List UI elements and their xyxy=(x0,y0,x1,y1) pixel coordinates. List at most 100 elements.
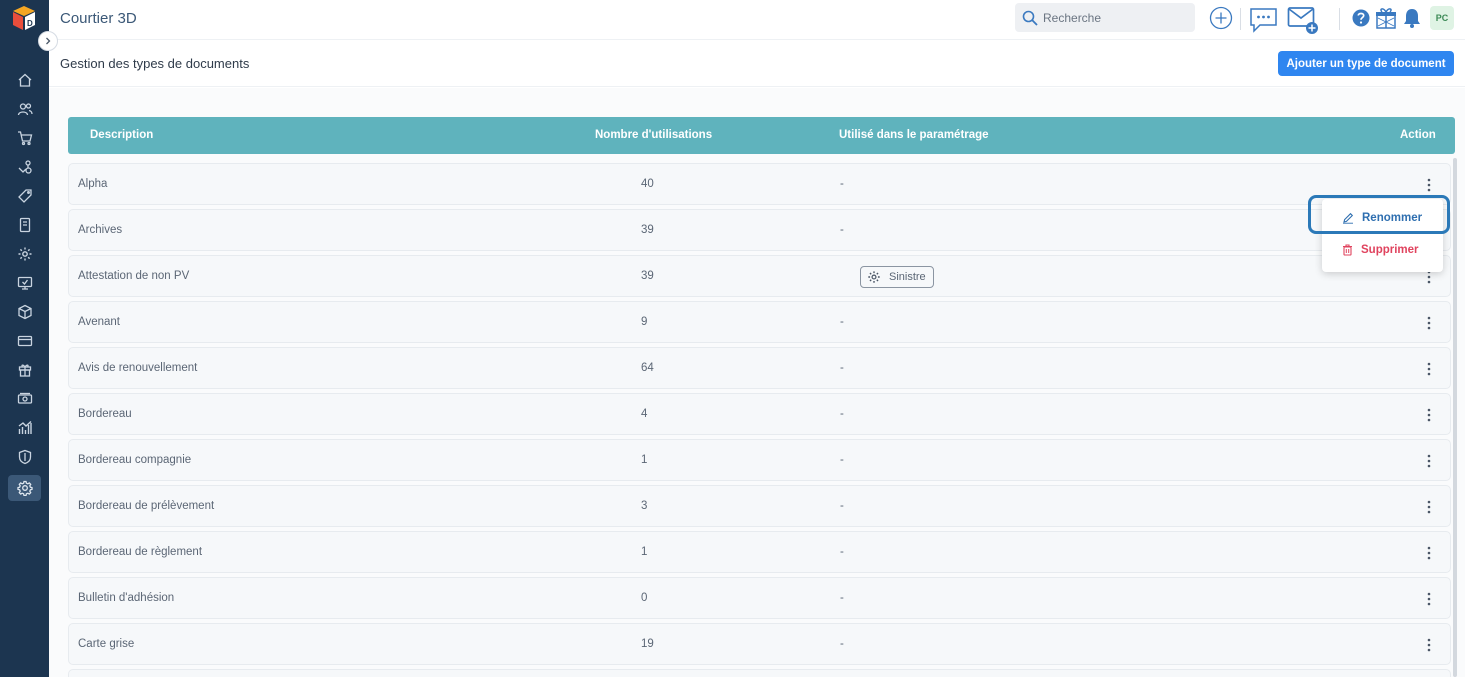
table-row[interactable]: Bordereau compagnie 1 - xyxy=(68,439,1451,481)
row-description: Alpha xyxy=(78,178,108,190)
add-document-type-button[interactable]: Ajouter un type de document xyxy=(1278,51,1454,76)
row-description: Bordereau compagnie xyxy=(78,454,192,466)
svg-text:D: D xyxy=(27,19,33,28)
row-usage-count: 19 xyxy=(641,638,654,650)
pencil-icon xyxy=(1343,212,1354,224)
table-row[interactable] xyxy=(68,669,1451,677)
row-used-in-settings: - xyxy=(840,638,844,650)
money-icon[interactable] xyxy=(12,386,38,412)
settings-cog-icon[interactable] xyxy=(12,241,38,267)
row-actions-button[interactable] xyxy=(1419,590,1439,608)
table-row[interactable]: Alpha 40 - xyxy=(68,163,1451,205)
row-description: Bulletin d'adhésion xyxy=(78,592,175,604)
kebab-menu-icon xyxy=(1427,638,1431,652)
gear-icon xyxy=(868,271,880,283)
column-usage-count[interactable]: Nombre d'utilisations xyxy=(595,129,712,141)
row-usage-count: 39 xyxy=(641,270,654,282)
search-icon xyxy=(1022,10,1038,26)
settings-tag[interactable]: Sinistre xyxy=(860,266,934,288)
bell-icon[interactable] xyxy=(1402,7,1422,29)
settings-tag-label: Sinistre xyxy=(889,271,926,283)
row-usage-count: 1 xyxy=(641,546,648,558)
kebab-menu-icon xyxy=(1427,316,1431,330)
settings-gear-icon[interactable] xyxy=(8,475,41,501)
row-used-in-settings: - xyxy=(840,546,844,558)
gift-icon[interactable] xyxy=(1375,6,1397,30)
page-header: Gestion des types de documents Ajouter u… xyxy=(49,41,1465,87)
header-divider xyxy=(1339,8,1340,30)
book-icon[interactable] xyxy=(12,212,38,238)
help-icon[interactable] xyxy=(1351,8,1371,28)
row-description: Avis de renouvellement xyxy=(78,362,198,374)
row-usage-count: 1 xyxy=(641,454,648,466)
row-actions-button[interactable] xyxy=(1419,498,1439,516)
gift-box-icon[interactable] xyxy=(12,357,38,383)
row-actions-button[interactable] xyxy=(1419,360,1439,378)
table-header: Description Nombre d'utilisations Utilis… xyxy=(68,117,1455,154)
row-usage-count: 9 xyxy=(641,316,648,328)
table-row[interactable]: Bulletin d'adhésion 0 - xyxy=(68,577,1451,619)
users-icon[interactable] xyxy=(12,96,38,122)
row-usage-count: 40 xyxy=(641,178,654,190)
row-description: Carte grise xyxy=(78,638,135,650)
kebab-menu-icon xyxy=(1427,270,1431,284)
table-row[interactable]: Bordereau de prélèvement 3 - xyxy=(68,485,1451,527)
row-description: Bordereau xyxy=(78,408,132,420)
home-icon[interactable] xyxy=(12,67,38,93)
table-row[interactable]: Avis de renouvellement 64 - xyxy=(68,347,1451,389)
stats-icon[interactable] xyxy=(12,415,38,441)
row-actions-menu: Renommer Supprimer xyxy=(1322,199,1443,272)
row-used-in-settings: - xyxy=(840,362,844,374)
chevron-right-icon xyxy=(46,37,51,45)
cart-icon[interactable] xyxy=(12,125,38,151)
row-actions-button[interactable] xyxy=(1419,452,1439,470)
kebab-menu-icon xyxy=(1427,408,1431,422)
table-row[interactable]: Bordereau de règlement 1 - xyxy=(68,531,1451,573)
sidebar-expand-button[interactable] xyxy=(38,31,58,51)
monitor-icon[interactable] xyxy=(12,270,38,296)
shield-icon[interactable] xyxy=(12,444,38,470)
kebab-menu-icon xyxy=(1427,454,1431,468)
deal-icon[interactable] xyxy=(12,154,38,180)
table-row[interactable]: Archives 39 - xyxy=(68,209,1451,251)
row-actions-button[interactable] xyxy=(1419,176,1439,194)
table-row[interactable]: Avenant 9 - xyxy=(68,301,1451,343)
app-title: Courtier 3D xyxy=(60,10,137,27)
row-usage-count: 4 xyxy=(641,408,648,420)
kebab-menu-icon xyxy=(1427,362,1431,376)
row-description: Avenant xyxy=(78,316,120,328)
table-row[interactable]: Carte grise 19 - xyxy=(68,623,1451,665)
row-actions-button[interactable] xyxy=(1419,636,1439,654)
search-box[interactable] xyxy=(1015,3,1195,32)
tag-icon[interactable] xyxy=(12,183,38,209)
delete-menu-item[interactable]: Supprimer xyxy=(1322,235,1443,265)
sidebar: D xyxy=(0,0,49,677)
mail-add-icon[interactable] xyxy=(1287,5,1319,35)
row-description: Bordereau de règlement xyxy=(78,546,203,558)
chat-icon[interactable] xyxy=(1249,6,1279,34)
row-actions-button[interactable] xyxy=(1419,314,1439,332)
table-row[interactable]: Bordereau 4 - xyxy=(68,393,1451,435)
row-actions-button[interactable] xyxy=(1419,406,1439,424)
page-title: Gestion des types de documents xyxy=(60,56,250,71)
kebab-menu-icon xyxy=(1427,546,1431,560)
rename-menu-item[interactable]: Renommer xyxy=(1322,203,1443,233)
kebab-menu-icon xyxy=(1427,592,1431,606)
trash-icon xyxy=(1343,244,1352,256)
table-row[interactable]: Attestation de non PV 39 Sinistre xyxy=(68,255,1451,297)
row-usage-count: 3 xyxy=(641,500,648,512)
box-icon[interactable] xyxy=(12,299,38,325)
vertical-scrollbar[interactable] xyxy=(1453,158,1457,677)
main-content: Description Nombre d'utilisations Utilis… xyxy=(49,88,1465,677)
row-used-in-settings: - xyxy=(840,178,844,190)
search-input[interactable] xyxy=(1043,10,1183,25)
row-used-in-settings: - xyxy=(840,592,844,604)
column-used-in-settings[interactable]: Utilisé dans le paramétrage xyxy=(839,129,989,141)
add-circle-icon[interactable] xyxy=(1209,6,1233,30)
row-actions-button[interactable] xyxy=(1419,544,1439,562)
credit-card-icon[interactable] xyxy=(12,328,38,354)
header-divider xyxy=(1240,8,1241,30)
courtier-3d-logo[interactable]: D xyxy=(10,4,38,32)
column-description[interactable]: Description xyxy=(90,129,153,141)
user-avatar[interactable]: PC xyxy=(1430,6,1454,30)
